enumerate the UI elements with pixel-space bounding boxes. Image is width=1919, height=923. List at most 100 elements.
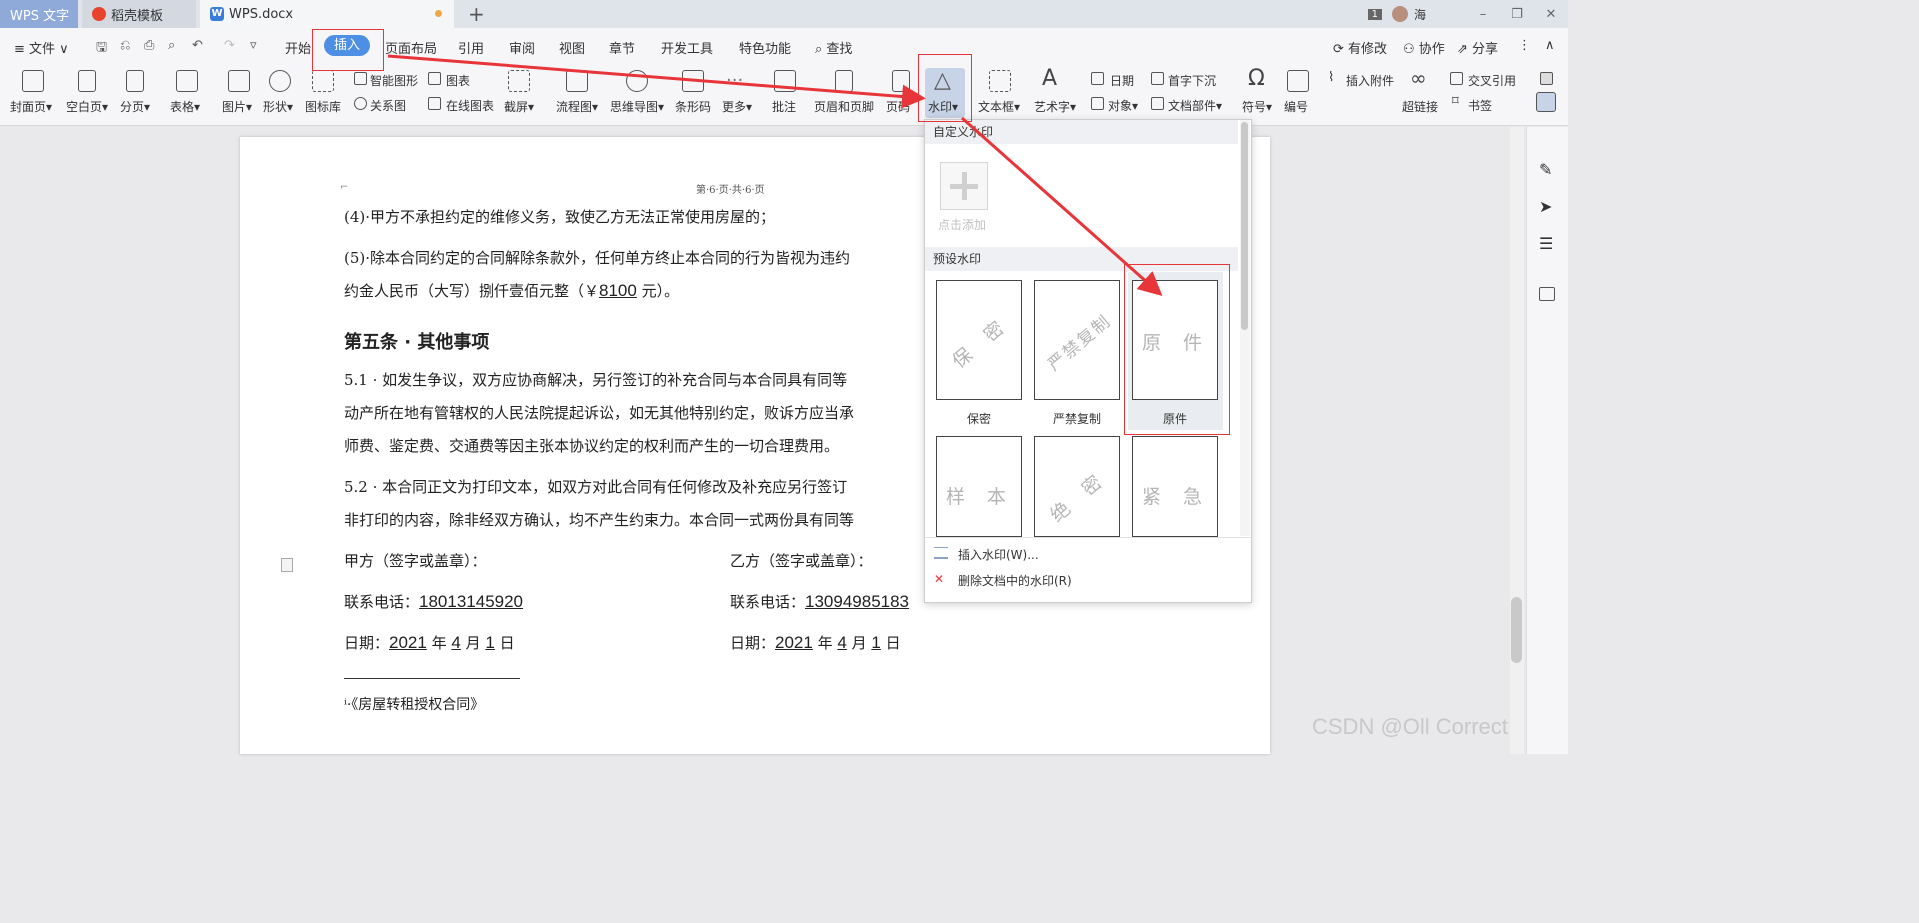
preset-text: 严禁复制: [1044, 310, 1116, 376]
numbering-button[interactable]: 编号: [1284, 98, 1308, 115]
preset-watermark-sample[interactable]: 样 本: [936, 436, 1022, 537]
header-footer-button[interactable]: 页眉和页脚: [814, 98, 874, 115]
collapse-ribbon-icon[interactable]: ∧: [1545, 38, 1555, 53]
mindmap-icon: [626, 70, 648, 92]
save-icon[interactable]: 🖫: [96, 38, 107, 60]
hyperlink-button[interactable]: 超链接: [1402, 98, 1438, 115]
page-number-button[interactable]: 页码: [886, 98, 910, 115]
file-menu[interactable]: ≡ 文件 ∨: [14, 38, 69, 57]
screenshot-button[interactable]: 截屏▾: [504, 98, 534, 115]
smartart-button[interactable]: 智能图形: [370, 72, 418, 89]
party-b-date: 日期：2021 年 4 月 1 日: [730, 632, 901, 653]
date-month: 4: [451, 633, 461, 652]
chart-icon: [428, 72, 441, 85]
insert-watermark-icon: [934, 547, 948, 559]
preset-watermark-urgent[interactable]: 紧 急: [1132, 436, 1218, 537]
table-button[interactable]: 表格▾: [170, 98, 200, 115]
minimize-button[interactable]: –: [1466, 7, 1500, 22]
tab-docer-templates[interactable]: 稻壳模板: [82, 0, 196, 28]
pen-icon[interactable]: ✎: [1539, 162, 1555, 178]
maximize-button[interactable]: ❐: [1500, 7, 1534, 22]
relation-chart-button[interactable]: 关系图: [370, 97, 406, 114]
insert-watermark-menu-item[interactable]: 插入水印(W)...: [958, 546, 1039, 563]
close-panel-icon[interactable]: [1539, 287, 1555, 301]
cursor-icon[interactable]: ➤: [1539, 199, 1555, 215]
dropcap-button[interactable]: 首字下沉: [1168, 72, 1216, 89]
chart-button[interactable]: 图表: [446, 72, 470, 89]
date-month-unit: 月: [460, 634, 486, 652]
blank-page-icon: [78, 70, 96, 92]
title-bar: WPS 文字 稻壳模板 W WPS.docx + 1 海 – ❐ ✕: [0, 0, 1568, 28]
dropdown-scrollbar-thumb[interactable]: [1241, 122, 1248, 330]
wordart-button[interactable]: 艺术字▾: [1034, 98, 1076, 115]
date-day: 1: [871, 633, 881, 652]
online-chart-button[interactable]: 在线图表: [446, 97, 494, 114]
cross-reference-button[interactable]: 交叉引用: [1468, 72, 1516, 89]
picture-button[interactable]: 图片▾: [222, 98, 252, 115]
insert-attachment-button[interactable]: 插入附件: [1346, 72, 1394, 89]
delete-watermark-menu-item[interactable]: 删除文档中的水印(R): [958, 572, 1072, 589]
barcode-button[interactable]: 条形码: [675, 98, 711, 115]
page-break-label: 分页: [120, 100, 145, 114]
relation-chart-icon: [354, 97, 367, 110]
tab-special-features[interactable]: 特色功能: [739, 38, 791, 57]
format-painter-icon[interactable]: ⎌: [120, 38, 130, 53]
side-layout-icon[interactable]: [1536, 92, 1556, 112]
tab-home[interactable]: 开始: [285, 38, 311, 57]
document-part-button[interactable]: 文档部件▾: [1168, 97, 1222, 114]
print-icon[interactable]: ⎙: [144, 38, 154, 53]
redo-icon[interactable]: ↷: [224, 38, 235, 53]
quick-access-more-icon[interactable]: ▿: [250, 38, 257, 53]
scrollbar-thumb[interactable]: [1511, 597, 1522, 663]
preset-watermark-no-copy[interactable]: 严禁复制: [1034, 280, 1120, 400]
mindmap-button[interactable]: 思维导图▾: [610, 98, 664, 115]
textbox-button[interactable]: 文本框▾: [978, 98, 1020, 115]
tab-view[interactable]: 视图: [559, 38, 585, 57]
window-count-badge[interactable]: 1: [1367, 8, 1382, 20]
more-button[interactable]: 更多▾: [722, 98, 752, 115]
more-menu-icon[interactable]: ⋮: [1518, 38, 1531, 53]
cover-page-label: 封面页: [10, 100, 47, 114]
object-button[interactable]: 对象▾: [1108, 97, 1138, 114]
search-button[interactable]: ⌕ 查找: [815, 38, 852, 57]
collaborate-button[interactable]: ⚇ 协作: [1403, 38, 1445, 57]
cover-page-button[interactable]: 封面页▾: [10, 98, 52, 115]
share-button[interactable]: ⇗ 分享: [1457, 38, 1498, 57]
app-tab-wps[interactable]: WPS 文字: [0, 0, 78, 28]
settings-sliders-icon[interactable]: ☰: [1539, 236, 1555, 252]
cross-reference-icon: [1450, 72, 1463, 85]
date-day-unit: 日: [494, 634, 515, 652]
shape-button[interactable]: 形状▾: [263, 98, 293, 115]
tab-review[interactable]: 审阅: [509, 38, 535, 57]
blank-page-button[interactable]: 空白页▾: [66, 98, 108, 115]
page-break-button[interactable]: 分页▾: [120, 98, 150, 115]
shape-icon: [269, 70, 291, 92]
paragraph-marker-icon[interactable]: [281, 558, 293, 572]
dropcap-icon: [1151, 72, 1164, 85]
icon-library-button[interactable]: 图标库: [305, 98, 341, 115]
bookmark-button[interactable]: 书签: [1468, 97, 1492, 114]
add-watermark-label: 点击添加: [938, 218, 987, 232]
comment-button[interactable]: 批注: [772, 98, 796, 115]
side-ab-icon[interactable]: [1540, 72, 1553, 85]
tab-page-layout[interactable]: 页面布局: [385, 38, 437, 57]
revisions-button[interactable]: ⟳ 有修改: [1333, 38, 1387, 57]
avatar[interactable]: [1391, 6, 1408, 22]
more-label: 更多: [722, 100, 747, 114]
flowchart-button[interactable]: 流程图▾: [556, 98, 598, 115]
undo-icon[interactable]: ↶: [192, 38, 203, 53]
user-name[interactable]: 海: [1414, 6, 1426, 23]
tab-developer[interactable]: 开发工具: [661, 38, 713, 57]
print-preview-icon[interactable]: ⌕: [168, 38, 175, 53]
tab-label: 稻壳模板: [111, 8, 164, 24]
preset-watermark-top-secret[interactable]: 绝 密: [1034, 436, 1120, 537]
preset-text: 样 本: [945, 485, 1015, 508]
date-button[interactable]: 日期: [1110, 72, 1134, 89]
tab-document[interactable]: W WPS.docx: [200, 0, 454, 28]
symbol-button[interactable]: 符号▾: [1242, 98, 1272, 115]
preset-watermark-confidential[interactable]: 保 密: [936, 280, 1022, 400]
tab-sections[interactable]: 章节: [609, 38, 635, 57]
add-tab-button[interactable]: +: [468, 2, 485, 26]
close-button[interactable]: ✕: [1534, 7, 1568, 22]
tab-references[interactable]: 引用: [458, 38, 484, 57]
